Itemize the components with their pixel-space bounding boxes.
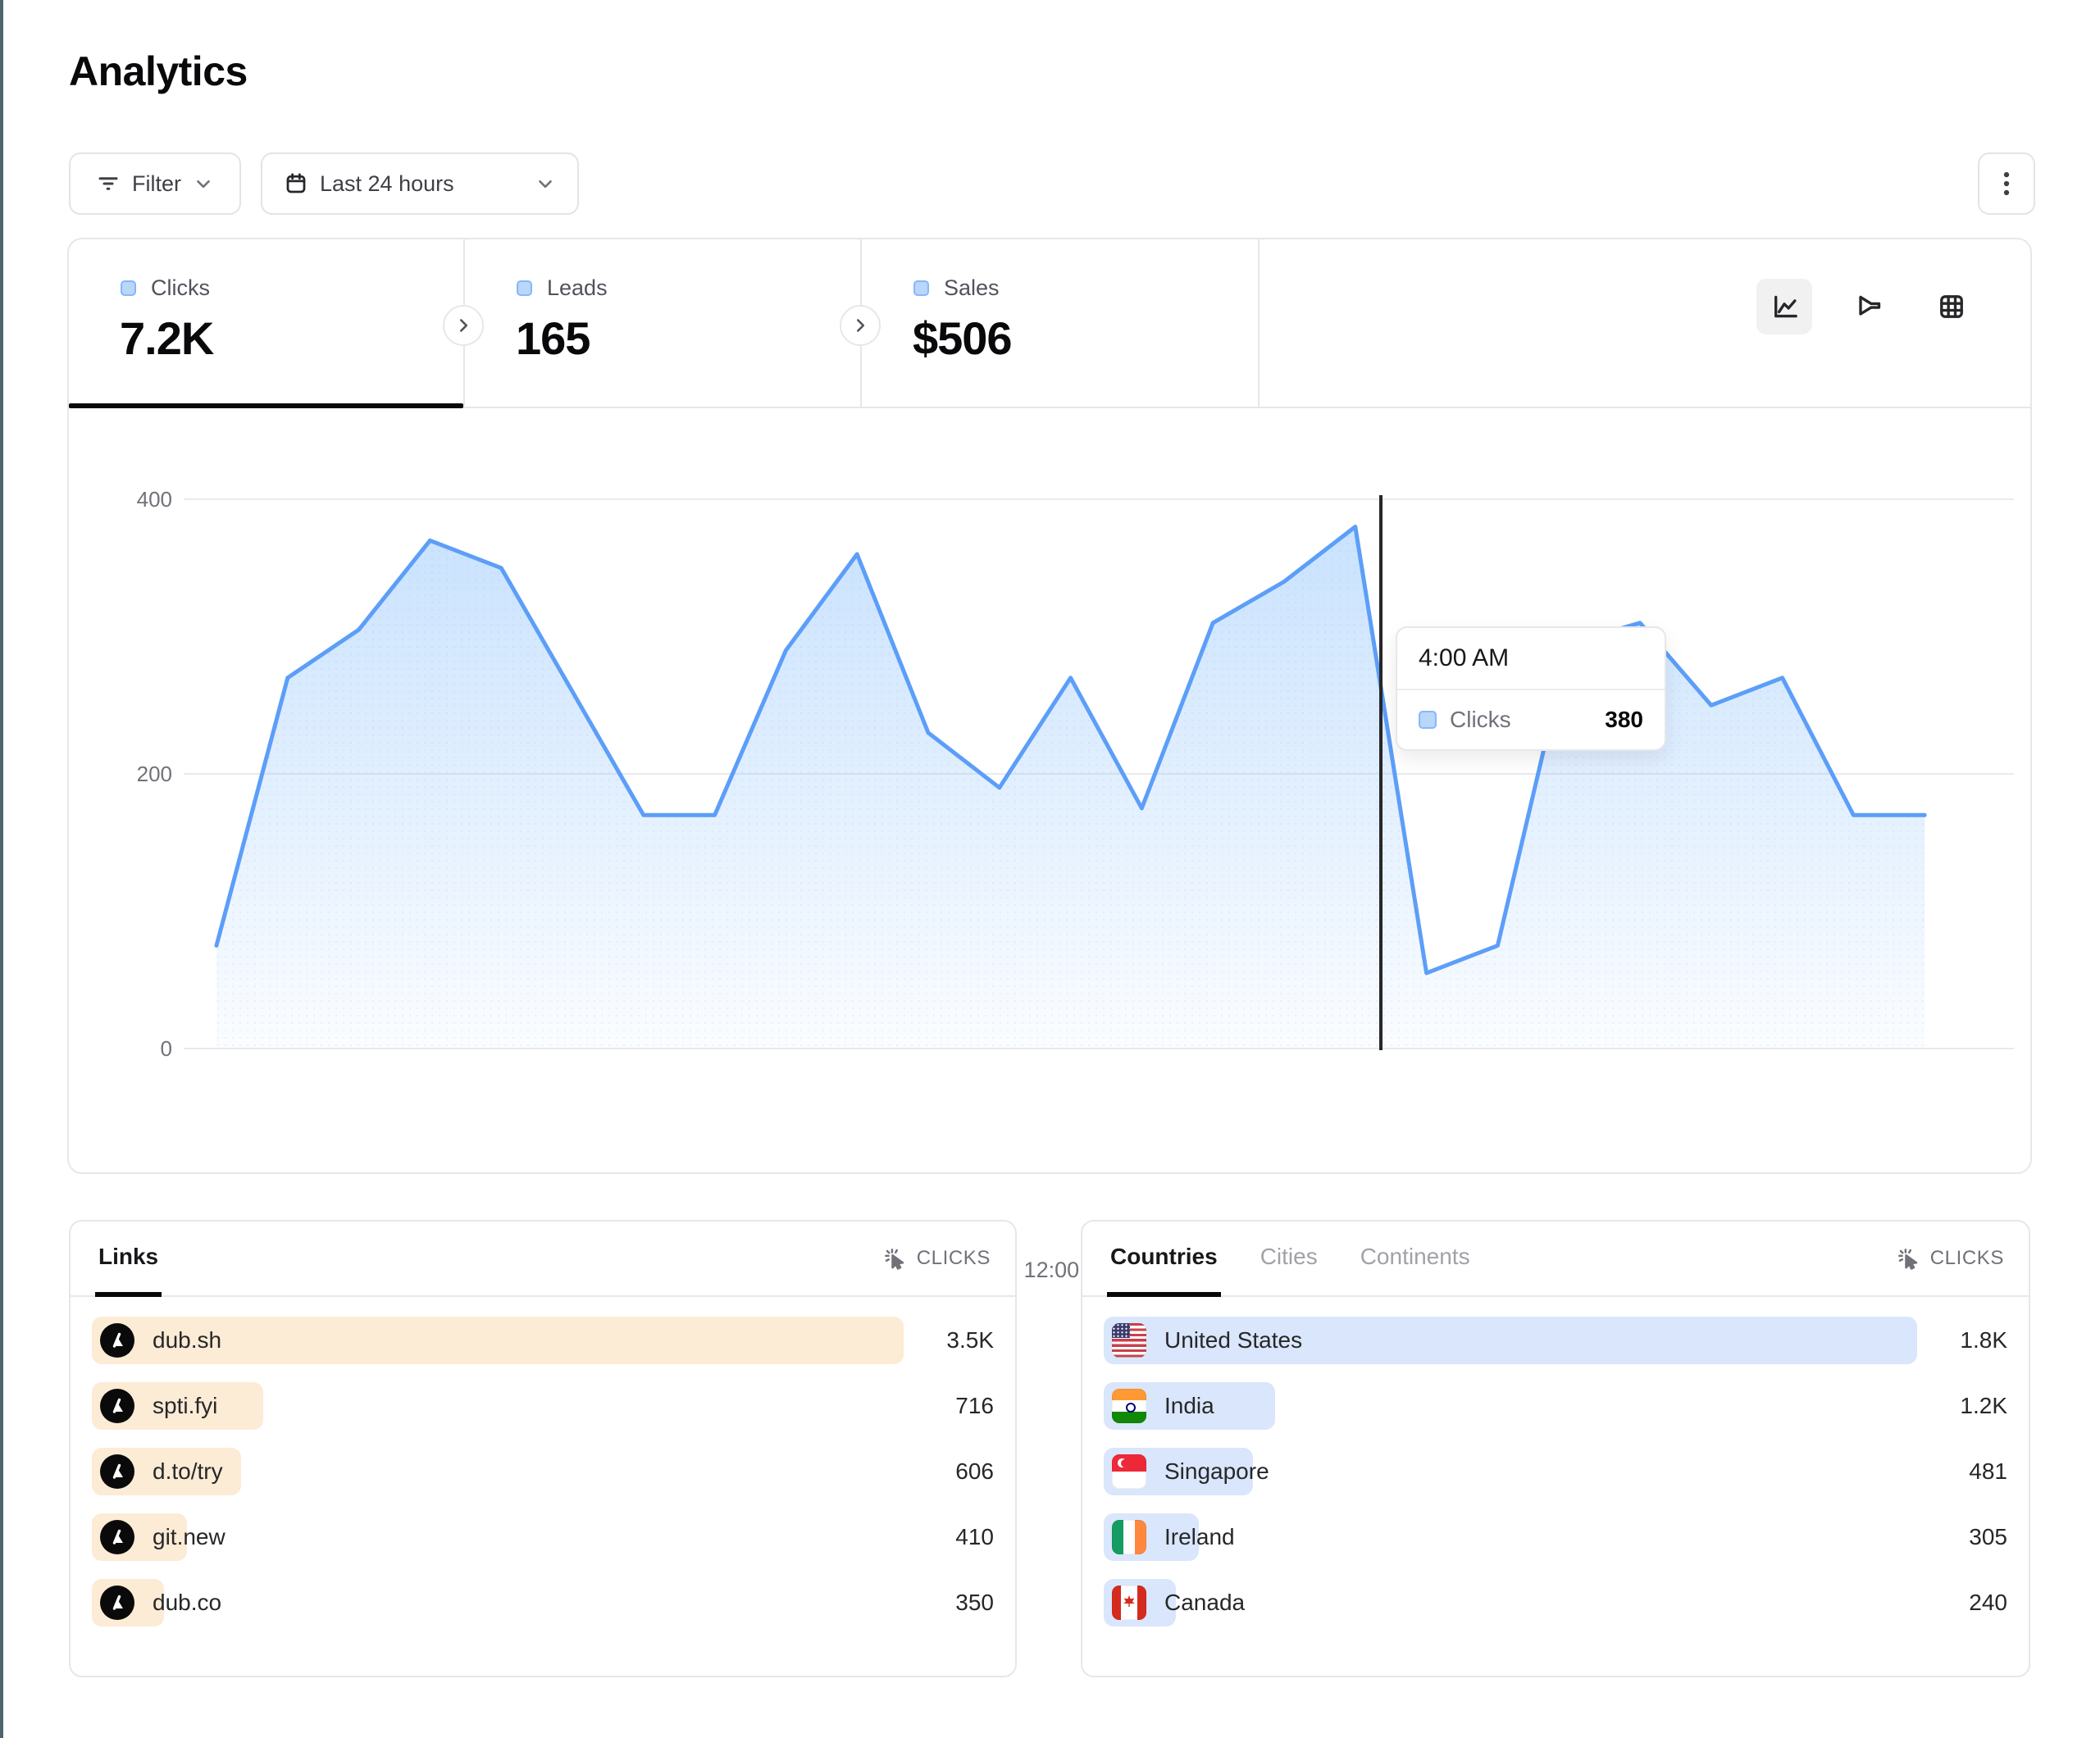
filter-icon <box>96 171 121 196</box>
cursor-click-icon <box>882 1246 907 1271</box>
list-item[interactable]: spti.fyi 716 <box>92 1382 994 1430</box>
chevron-down-icon <box>535 173 556 194</box>
us-flag-icon <box>1112 1323 1146 1358</box>
row-label: United States <box>1164 1327 1302 1354</box>
page-title: Analytics <box>69 48 248 95</box>
list-item[interactable]: United States 1.8K <box>1104 1317 2007 1364</box>
list-item[interactable]: dub.co 350 <box>92 1579 994 1627</box>
row-value: 716 <box>955 1393 994 1419</box>
cursor-click-icon <box>1896 1246 1920 1271</box>
date-range-label: Last 24 hours <box>320 171 454 197</box>
clicks-time-series-chart[interactable]: 02004004:00 PM8:00 PM12:00 AM4:00 AM8:00… <box>69 408 2034 1176</box>
row-label: d.to/try <box>153 1458 223 1485</box>
kebab-icon <box>1994 170 2019 198</box>
calendar-icon <box>284 171 308 196</box>
links-metric-header[interactable]: CLICKS <box>882 1222 991 1295</box>
row-label: Ireland <box>1164 1524 1235 1550</box>
ie-flag-icon <box>1112 1520 1146 1554</box>
row-value: 240 <box>1969 1590 2007 1616</box>
window-edge-accent <box>0 0 3 1738</box>
row-label: dub.sh <box>153 1327 221 1354</box>
links-panel: Links CLICKS dub.sh 3.5K spti.fyi 716 d.… <box>69 1220 1017 1677</box>
tab-cities[interactable]: Cities <box>1257 1222 1321 1297</box>
row-value: 606 <box>955 1458 994 1485</box>
row-value: 305 <box>1969 1524 2007 1550</box>
row-label: Singapore <box>1164 1458 1269 1485</box>
sg-flag-icon <box>1112 1454 1146 1489</box>
dub-logo-icon <box>100 1323 134 1358</box>
tooltip-time: 4:00 AM <box>1397 628 1665 690</box>
row-label: git.new <box>153 1524 225 1550</box>
chart-tooltip: 4:00 AM Clicks 380 <box>1396 626 1666 751</box>
y-axis-tick: 0 <box>98 1036 172 1062</box>
list-item[interactable]: d.to/try 606 <box>92 1448 994 1495</box>
dub-logo-icon <box>100 1389 134 1423</box>
in-flag-icon <box>1112 1389 1146 1423</box>
tooltip-value: 380 <box>1605 707 1643 733</box>
tab-links[interactable]: Links <box>95 1222 162 1297</box>
expand-clicks-button[interactable] <box>443 305 484 346</box>
list-item[interactable]: git.new 410 <box>92 1513 994 1561</box>
row-label: India <box>1164 1393 1214 1419</box>
metric-label: CLICKS <box>917 1247 991 1270</box>
list-item[interactable]: India 1.2K <box>1104 1382 2007 1430</box>
row-label: Canada <box>1164 1590 1245 1616</box>
expand-leads-button[interactable] <box>840 305 881 346</box>
date-range-button[interactable]: Last 24 hours <box>261 152 579 215</box>
countries-panel: Countries Cities Continents CLICKS Unite… <box>1081 1220 2030 1677</box>
clicks-legend-chip <box>1419 711 1437 729</box>
list-item[interactable]: Singapore 481 <box>1104 1448 2007 1495</box>
dub-logo-icon <box>100 1520 134 1554</box>
tooltip-series-label: Clicks <box>1450 707 1511 733</box>
row-value: 481 <box>1969 1458 2007 1485</box>
y-axis-tick: 400 <box>98 487 172 512</box>
dub-logo-icon <box>100 1454 134 1489</box>
row-value: 350 <box>955 1590 994 1616</box>
ca-flag-icon <box>1112 1586 1146 1620</box>
countries-metric-header[interactable]: CLICKS <box>1896 1222 2004 1295</box>
y-axis-tick: 200 <box>98 762 172 787</box>
row-value: 410 <box>955 1524 994 1550</box>
tab-continents[interactable]: Continents <box>1357 1222 1474 1297</box>
metric-label: CLICKS <box>1930 1247 2004 1270</box>
row-label: dub.co <box>153 1590 221 1616</box>
list-item[interactable]: dub.sh 3.5K <box>92 1317 994 1364</box>
tab-countries[interactable]: Countries <box>1107 1222 1221 1297</box>
chevron-right-icon <box>850 315 871 336</box>
row-label: spti.fyi <box>153 1393 217 1419</box>
filter-button[interactable]: Filter <box>69 152 241 215</box>
chart-crosshair <box>1379 495 1383 1050</box>
area-chart-canvas <box>69 239 2034 1176</box>
dub-logo-icon <box>100 1586 134 1620</box>
row-value: 1.2K <box>1960 1393 2007 1419</box>
analytics-card: Clicks 7.2K Leads 165 Sales $506 <box>67 238 2032 1174</box>
row-value: 3.5K <box>946 1327 994 1354</box>
chevron-down-icon <box>193 173 214 194</box>
row-value: 1.8K <box>1960 1327 2007 1354</box>
list-item[interactable]: Ireland 305 <box>1104 1513 2007 1561</box>
list-item[interactable]: Canada 240 <box>1104 1579 2007 1627</box>
filter-button-label: Filter <box>132 171 181 197</box>
more-options-button[interactable] <box>1978 152 2035 215</box>
chevron-right-icon <box>453 315 474 336</box>
